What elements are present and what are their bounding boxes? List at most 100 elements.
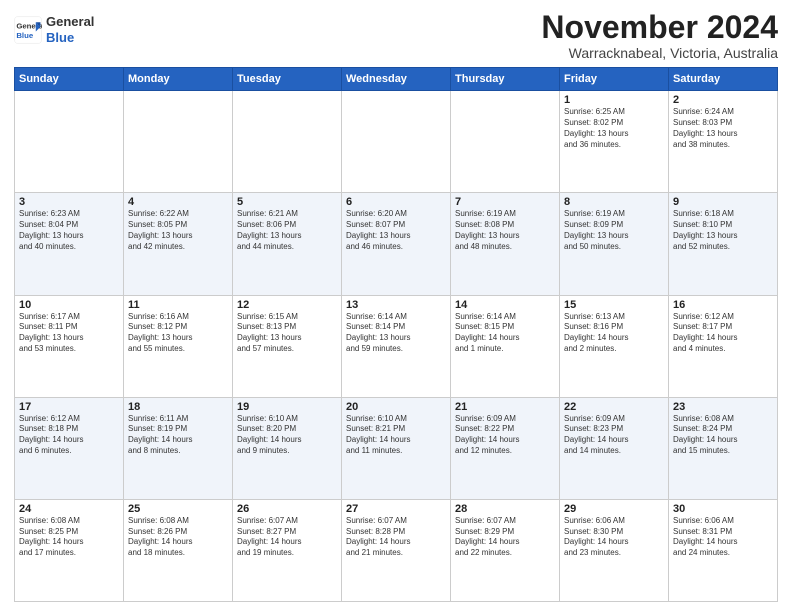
day-number: 11: [128, 299, 228, 311]
location-title: Warracknabeal, Victoria, Australia: [541, 45, 778, 61]
header-thursday: Thursday: [451, 68, 560, 91]
day-number: 24: [19, 503, 119, 515]
calendar-cell: 6Sunrise: 6:20 AM Sunset: 8:07 PM Daylig…: [342, 193, 451, 295]
day-number: 2: [673, 94, 773, 106]
calendar-cell: 20Sunrise: 6:10 AM Sunset: 8:21 PM Dayli…: [342, 397, 451, 499]
day-number: 23: [673, 401, 773, 413]
day-info: Sunrise: 6:13 AM Sunset: 8:16 PM Dayligh…: [564, 312, 664, 355]
day-number: 17: [19, 401, 119, 413]
day-info: Sunrise: 6:18 AM Sunset: 8:10 PM Dayligh…: [673, 209, 773, 252]
calendar-cell: 5Sunrise: 6:21 AM Sunset: 8:06 PM Daylig…: [233, 193, 342, 295]
day-number: 5: [237, 196, 337, 208]
day-number: 18: [128, 401, 228, 413]
day-info: Sunrise: 6:19 AM Sunset: 8:08 PM Dayligh…: [455, 209, 555, 252]
calendar-cell: 29Sunrise: 6:06 AM Sunset: 8:30 PM Dayli…: [560, 499, 669, 601]
day-number: 8: [564, 196, 664, 208]
calendar-cell: 12Sunrise: 6:15 AM Sunset: 8:13 PM Dayli…: [233, 295, 342, 397]
day-number: 29: [564, 503, 664, 515]
day-info: Sunrise: 6:24 AM Sunset: 8:03 PM Dayligh…: [673, 107, 773, 150]
day-number: 10: [19, 299, 119, 311]
day-number: 1: [564, 94, 664, 106]
header-sunday: Sunday: [15, 68, 124, 91]
day-info: Sunrise: 6:23 AM Sunset: 8:04 PM Dayligh…: [19, 209, 119, 252]
day-number: 9: [673, 196, 773, 208]
calendar-cell: 21Sunrise: 6:09 AM Sunset: 8:22 PM Dayli…: [451, 397, 560, 499]
calendar-cell: 22Sunrise: 6:09 AM Sunset: 8:23 PM Dayli…: [560, 397, 669, 499]
calendar-cell: 30Sunrise: 6:06 AM Sunset: 8:31 PM Dayli…: [669, 499, 778, 601]
day-number: 19: [237, 401, 337, 413]
day-info: Sunrise: 6:10 AM Sunset: 8:21 PM Dayligh…: [346, 414, 446, 457]
calendar-cell: 26Sunrise: 6:07 AM Sunset: 8:27 PM Dayli…: [233, 499, 342, 601]
day-info: Sunrise: 6:08 AM Sunset: 8:26 PM Dayligh…: [128, 516, 228, 559]
day-info: Sunrise: 6:11 AM Sunset: 8:19 PM Dayligh…: [128, 414, 228, 457]
calendar-table: SundayMondayTuesdayWednesdayThursdayFrid…: [14, 67, 778, 602]
calendar-cell: 28Sunrise: 6:07 AM Sunset: 8:29 PM Dayli…: [451, 499, 560, 601]
calendar-cell: 25Sunrise: 6:08 AM Sunset: 8:26 PM Dayli…: [124, 499, 233, 601]
calendar-cell: 17Sunrise: 6:12 AM Sunset: 8:18 PM Dayli…: [15, 397, 124, 499]
calendar-cell: 4Sunrise: 6:22 AM Sunset: 8:05 PM Daylig…: [124, 193, 233, 295]
day-info: Sunrise: 6:09 AM Sunset: 8:22 PM Dayligh…: [455, 414, 555, 457]
calendar-cell: 3Sunrise: 6:23 AM Sunset: 8:04 PM Daylig…: [15, 193, 124, 295]
day-info: Sunrise: 6:14 AM Sunset: 8:14 PM Dayligh…: [346, 312, 446, 355]
day-number: 16: [673, 299, 773, 311]
page: General Blue General Blue November 2024 …: [0, 0, 792, 612]
logo-icon: General Blue: [14, 16, 42, 44]
day-info: Sunrise: 6:09 AM Sunset: 8:23 PM Dayligh…: [564, 414, 664, 457]
logo: General Blue General Blue: [14, 14, 94, 45]
day-number: 30: [673, 503, 773, 515]
day-info: Sunrise: 6:15 AM Sunset: 8:13 PM Dayligh…: [237, 312, 337, 355]
day-info: Sunrise: 6:19 AM Sunset: 8:09 PM Dayligh…: [564, 209, 664, 252]
day-info: Sunrise: 6:12 AM Sunset: 8:17 PM Dayligh…: [673, 312, 773, 355]
header-tuesday: Tuesday: [233, 68, 342, 91]
calendar-cell: 19Sunrise: 6:10 AM Sunset: 8:20 PM Dayli…: [233, 397, 342, 499]
day-number: 21: [455, 401, 555, 413]
calendar-week-row: 10Sunrise: 6:17 AM Sunset: 8:11 PM Dayli…: [15, 295, 778, 397]
day-info: Sunrise: 6:22 AM Sunset: 8:05 PM Dayligh…: [128, 209, 228, 252]
calendar-cell: 14Sunrise: 6:14 AM Sunset: 8:15 PM Dayli…: [451, 295, 560, 397]
day-info: Sunrise: 6:06 AM Sunset: 8:31 PM Dayligh…: [673, 516, 773, 559]
day-info: Sunrise: 6:17 AM Sunset: 8:11 PM Dayligh…: [19, 312, 119, 355]
calendar-cell: 10Sunrise: 6:17 AM Sunset: 8:11 PM Dayli…: [15, 295, 124, 397]
day-info: Sunrise: 6:20 AM Sunset: 8:07 PM Dayligh…: [346, 209, 446, 252]
day-info: Sunrise: 6:07 AM Sunset: 8:29 PM Dayligh…: [455, 516, 555, 559]
day-info: Sunrise: 6:10 AM Sunset: 8:20 PM Dayligh…: [237, 414, 337, 457]
calendar-week-row: 1Sunrise: 6:25 AM Sunset: 8:02 PM Daylig…: [15, 91, 778, 193]
day-info: Sunrise: 6:16 AM Sunset: 8:12 PM Dayligh…: [128, 312, 228, 355]
calendar-header-row: SundayMondayTuesdayWednesdayThursdayFrid…: [15, 68, 778, 91]
day-number: 26: [237, 503, 337, 515]
day-number: 12: [237, 299, 337, 311]
svg-text:Blue: Blue: [16, 30, 34, 39]
calendar-week-row: 17Sunrise: 6:12 AM Sunset: 8:18 PM Dayli…: [15, 397, 778, 499]
day-info: Sunrise: 6:07 AM Sunset: 8:27 PM Dayligh…: [237, 516, 337, 559]
day-number: 6: [346, 196, 446, 208]
day-info: Sunrise: 6:08 AM Sunset: 8:25 PM Dayligh…: [19, 516, 119, 559]
day-number: 25: [128, 503, 228, 515]
calendar-week-row: 3Sunrise: 6:23 AM Sunset: 8:04 PM Daylig…: [15, 193, 778, 295]
calendar-cell: 9Sunrise: 6:18 AM Sunset: 8:10 PM Daylig…: [669, 193, 778, 295]
calendar-cell: 13Sunrise: 6:14 AM Sunset: 8:14 PM Dayli…: [342, 295, 451, 397]
day-number: 13: [346, 299, 446, 311]
calendar-cell: 23Sunrise: 6:08 AM Sunset: 8:24 PM Dayli…: [669, 397, 778, 499]
calendar-cell: 7Sunrise: 6:19 AM Sunset: 8:08 PM Daylig…: [451, 193, 560, 295]
calendar-cell: 27Sunrise: 6:07 AM Sunset: 8:28 PM Dayli…: [342, 499, 451, 601]
header-wednesday: Wednesday: [342, 68, 451, 91]
calendar-cell: 1Sunrise: 6:25 AM Sunset: 8:02 PM Daylig…: [560, 91, 669, 193]
logo-blue-text: Blue: [46, 30, 74, 45]
calendar-cell: 16Sunrise: 6:12 AM Sunset: 8:17 PM Dayli…: [669, 295, 778, 397]
calendar-cell: 11Sunrise: 6:16 AM Sunset: 8:12 PM Dayli…: [124, 295, 233, 397]
calendar-cell: [451, 91, 560, 193]
calendar-cell: 15Sunrise: 6:13 AM Sunset: 8:16 PM Dayli…: [560, 295, 669, 397]
day-info: Sunrise: 6:07 AM Sunset: 8:28 PM Dayligh…: [346, 516, 446, 559]
day-number: 4: [128, 196, 228, 208]
header: General Blue General Blue November 2024 …: [14, 10, 778, 61]
day-number: 20: [346, 401, 446, 413]
day-info: Sunrise: 6:12 AM Sunset: 8:18 PM Dayligh…: [19, 414, 119, 457]
header-monday: Monday: [124, 68, 233, 91]
calendar-week-row: 24Sunrise: 6:08 AM Sunset: 8:25 PM Dayli…: [15, 499, 778, 601]
calendar-cell: [342, 91, 451, 193]
day-info: Sunrise: 6:06 AM Sunset: 8:30 PM Dayligh…: [564, 516, 664, 559]
month-title: November 2024: [541, 10, 778, 45]
calendar-cell: 18Sunrise: 6:11 AM Sunset: 8:19 PM Dayli…: [124, 397, 233, 499]
header-saturday: Saturday: [669, 68, 778, 91]
day-number: 27: [346, 503, 446, 515]
